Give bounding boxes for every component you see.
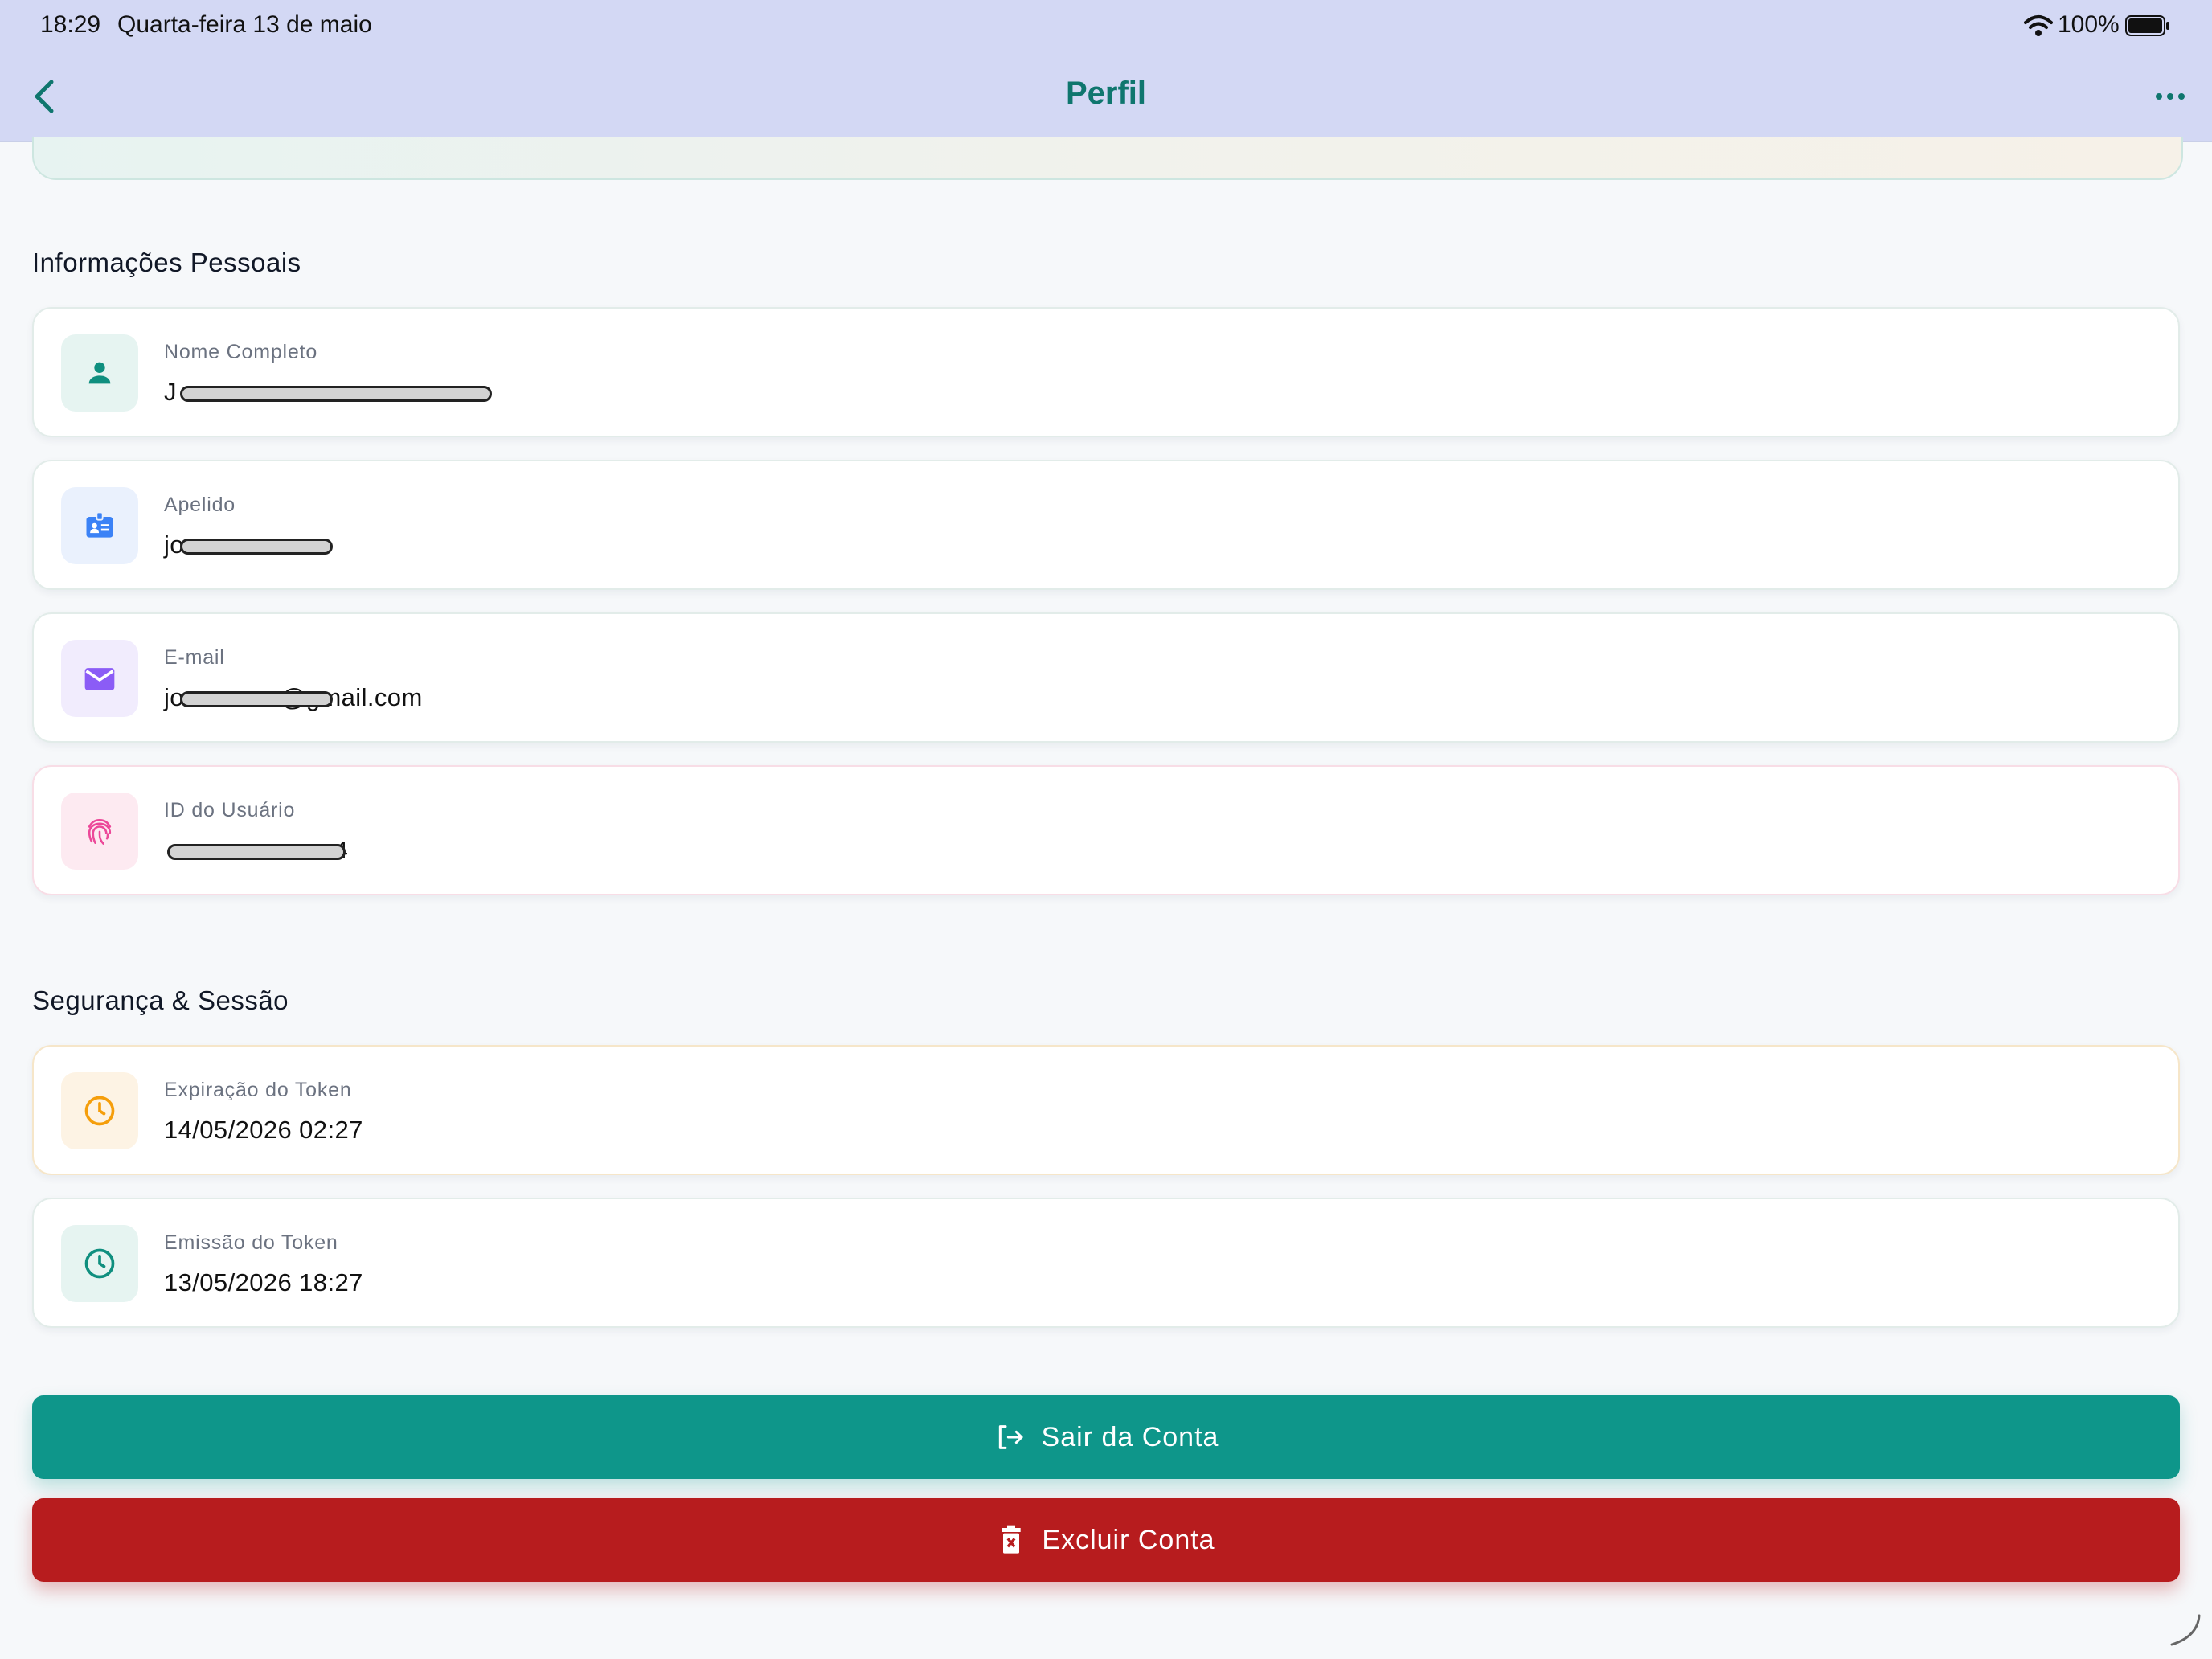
logout-label: Sair da Conta <box>1041 1421 1219 1452</box>
wifi-icon <box>2024 15 2053 36</box>
logout-button[interactable]: Sair da Conta <box>32 1395 2180 1479</box>
resize-handle-icon <box>2170 1614 2201 1646</box>
field-value: 14/05/2026 02:27 <box>164 1116 363 1144</box>
field-label: Emissão do Token <box>164 1231 338 1254</box>
redaction-mark <box>180 691 333 707</box>
redaction-mark <box>180 539 333 555</box>
field-label: Expiração do Token <box>164 1079 352 1101</box>
battery-percent: 100% <box>2058 11 2120 38</box>
field-card-token-expiration: Expiração do Token 14/05/2026 02:27 <box>32 1045 2180 1175</box>
field-label: E-mail <box>164 646 225 669</box>
battery-icon <box>2125 15 2169 36</box>
field-label: Apelido <box>164 494 236 516</box>
field-card-nickname: Apelido jo <box>32 460 2180 590</box>
section-title-security: Segurança & Sessão <box>32 985 289 1015</box>
mail-icon <box>61 640 138 717</box>
field-card-token-issued: Emissão do Token 13/05/2026 18:27 <box>32 1198 2180 1328</box>
clock-icon <box>61 1225 138 1302</box>
fingerprint-icon <box>61 793 138 870</box>
profile-header-card <box>32 137 2183 180</box>
section-title-personal: Informações Pessoais <box>32 248 301 277</box>
redaction-mark <box>167 844 346 860</box>
field-value: 13/05/2026 18:27 <box>164 1268 363 1296</box>
person-icon <box>61 334 138 412</box>
field-value: J <box>164 378 177 406</box>
page-title: Perfil <box>1065 76 1147 111</box>
id-badge-icon <box>61 487 138 564</box>
trash-icon <box>1002 1525 1022 1554</box>
delete-label: Excluir Conta <box>1042 1524 1215 1555</box>
field-label: ID do Usuário <box>164 799 296 821</box>
status-time: 18:29 <box>40 11 101 38</box>
field-card-full-name: Nome Completo J <box>32 307 2180 437</box>
redaction-mark <box>180 386 492 402</box>
delete-account-button[interactable]: Excluir Conta <box>32 1498 2180 1582</box>
more-horizontal-icon[interactable] <box>2154 87 2186 106</box>
field-card-user-id: ID do Usuário a4 <box>32 765 2180 895</box>
clock-icon <box>61 1072 138 1149</box>
field-card-email: E-mail jo @gmail.com <box>32 612 2180 743</box>
status-date: Quarta-feira 13 de maio <box>117 11 372 38</box>
logout-icon <box>998 1425 1023 1449</box>
field-label: Nome Completo <box>164 341 318 363</box>
